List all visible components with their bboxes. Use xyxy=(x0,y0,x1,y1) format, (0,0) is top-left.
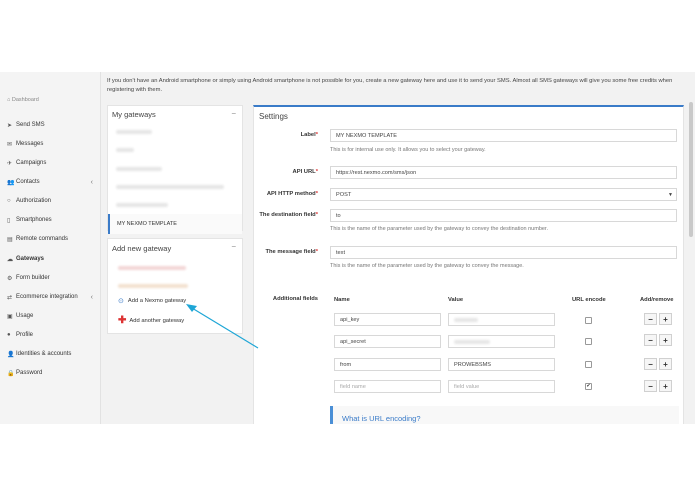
annotation-arrow xyxy=(186,304,259,349)
app-frame: ⌂ Dashboard ➤ Send SMS ✉ Messages ✈ Campaigns… xyxy=(0,72,695,424)
arrow-head xyxy=(186,304,197,312)
arrow-line xyxy=(191,307,259,349)
